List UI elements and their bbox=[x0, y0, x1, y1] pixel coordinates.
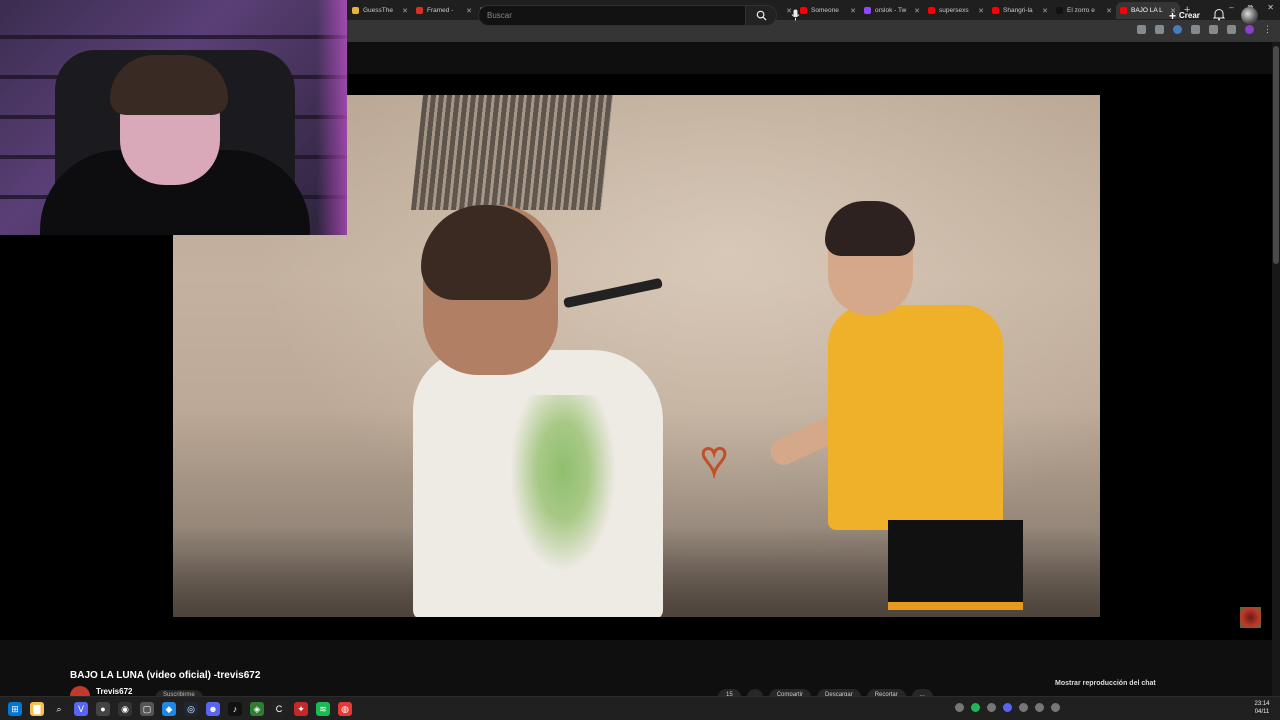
tray-app-icon[interactable] bbox=[987, 703, 996, 712]
tab-favicon-icon bbox=[992, 7, 999, 14]
tab-label: Shangri-la bbox=[1003, 7, 1033, 14]
close-tab-icon[interactable]: ✕ bbox=[402, 7, 408, 15]
install-app-icon[interactable] bbox=[1137, 25, 1146, 34]
taskbar-app-tiktok-icon[interactable]: ♪ bbox=[228, 702, 242, 716]
tray-chevron-icon[interactable] bbox=[955, 703, 964, 712]
clock-time: 23:14 bbox=[1254, 701, 1270, 707]
tab-favicon-icon bbox=[1120, 7, 1127, 14]
browser-tab[interactable]: Shangri-la ✕ bbox=[988, 2, 1052, 19]
clock-date: 04/11 bbox=[1254, 709, 1270, 715]
right-boy-yellow-shirt bbox=[828, 305, 1003, 530]
media-icon[interactable] bbox=[1227, 25, 1236, 34]
search-icon bbox=[756, 10, 767, 21]
close-tab-icon[interactable]: ✕ bbox=[914, 7, 920, 15]
tray-spotify-icon[interactable] bbox=[971, 703, 980, 712]
led-light bbox=[317, 0, 347, 235]
taskbar-app-chrome-icon[interactable]: ◍ bbox=[338, 702, 352, 716]
bookmarks-icon[interactable] bbox=[1209, 25, 1218, 34]
taskbar-app-red-icon[interactable]: ✦ bbox=[294, 702, 308, 716]
graffiti-heart: ♥ bbox=[699, 434, 728, 483]
extension-blue-icon[interactable] bbox=[1173, 25, 1182, 34]
taskbar-app-steam-icon[interactable]: ◎ bbox=[184, 702, 198, 716]
tray-discord-icon[interactable] bbox=[1003, 703, 1012, 712]
extensions-puzzle-icon[interactable] bbox=[1191, 25, 1200, 34]
tab-favicon-icon bbox=[864, 7, 871, 14]
browser-tab[interactable]: supersexs ✕ bbox=[924, 2, 988, 19]
tab-favicon-icon bbox=[352, 7, 359, 14]
tray-volume-icon[interactable] bbox=[1051, 703, 1060, 712]
taskbar-app-capcut-icon[interactable]: C bbox=[272, 702, 286, 716]
show-chat-replay-button[interactable]: Mostrar reproducción del chat bbox=[1055, 680, 1156, 687]
taskbar-app-obs-icon[interactable]: ◉ bbox=[118, 702, 132, 716]
corner-thumbnail[interactable] bbox=[1240, 607, 1261, 628]
plus-icon: + bbox=[1169, 8, 1177, 23]
windows-taskbar: ⊞ ▇ ⌕ V ● ◉ ▢ ◆ ◎ ☻ ♪ ◈ C ✦ ≋ ◍ 23:14 04/11 bbox=[0, 696, 1280, 720]
tab-label: GuessThe bbox=[363, 7, 393, 14]
taskbar-search-icon[interactable]: ⌕ bbox=[52, 702, 66, 716]
taskbar-file-explorer-icon[interactable]: ▇ bbox=[30, 702, 44, 716]
browser-tab[interactable]: orslok - Tw ✕ bbox=[860, 2, 924, 19]
taskbar-app-circle-icon[interactable]: ● bbox=[96, 702, 110, 716]
notifications-button[interactable] bbox=[1212, 8, 1227, 22]
browser-tab[interactable]: Framed - ✕ bbox=[412, 2, 476, 19]
account-avatar[interactable] bbox=[1241, 7, 1258, 24]
tab-label: Someone bbox=[811, 7, 839, 14]
close-tab-icon[interactable]: ✕ bbox=[850, 7, 856, 15]
browser-tab[interactable]: GuessThe ✕ bbox=[348, 2, 412, 19]
taskbar-app-discord-icon[interactable]: ☻ bbox=[206, 702, 220, 716]
tab-label: El zorro e bbox=[1067, 7, 1095, 14]
minimize-button[interactable]: – bbox=[1229, 3, 1233, 13]
close-tab-icon[interactable]: ✕ bbox=[978, 7, 984, 15]
tab-label: supersexs bbox=[939, 7, 969, 14]
create-label: Crear bbox=[1179, 11, 1200, 20]
close-tab-icon[interactable]: ✕ bbox=[466, 7, 472, 15]
tab-label: orslok - Tw bbox=[875, 7, 907, 14]
toolbar-icons: ⋮ bbox=[1137, 25, 1272, 34]
video-info-area bbox=[0, 640, 1272, 696]
browser-tab[interactable]: El zorro e ✕ bbox=[1052, 2, 1116, 19]
shirt-palm-print bbox=[503, 395, 623, 585]
bookmark-star-icon[interactable] bbox=[1155, 25, 1164, 34]
taskbar-app-blue-icon[interactable]: ◆ bbox=[162, 702, 176, 716]
search-button[interactable] bbox=[745, 5, 777, 26]
close-tab-icon[interactable]: ✕ bbox=[1042, 7, 1048, 15]
taskbar-clock[interactable]: 23:14 04/11 bbox=[1250, 700, 1274, 716]
taskbar-app-box-icon[interactable]: ▢ bbox=[140, 702, 154, 716]
video-title: BAJO LA LUNA (video oficial) -trevis672 bbox=[70, 670, 261, 681]
system-tray bbox=[955, 703, 1060, 712]
taskbar-app-v-icon[interactable]: V bbox=[74, 702, 88, 716]
right-boy-shorts bbox=[888, 520, 1023, 610]
create-button[interactable]: + Crear bbox=[1163, 6, 1206, 25]
close-tab-icon[interactable]: ✕ bbox=[1106, 7, 1112, 15]
tray-steam-icon[interactable] bbox=[1019, 703, 1028, 712]
tab-favicon-icon bbox=[928, 7, 935, 14]
voice-search-button[interactable] bbox=[788, 8, 802, 22]
scrollbar-thumb[interactable] bbox=[1273, 46, 1279, 264]
taskbar-app-spotify-icon[interactable]: ≋ bbox=[316, 702, 330, 716]
wall-vent bbox=[410, 95, 614, 210]
channel-name[interactable]: Trevis672 bbox=[96, 687, 132, 696]
taskbar-apps: ⊞ ▇ ⌕ V ● ◉ ▢ ◆ ◎ ☻ ♪ ◈ C ✦ ≋ ◍ bbox=[8, 702, 352, 716]
profile-icon[interactable] bbox=[1245, 25, 1254, 34]
tray-network-icon[interactable] bbox=[1035, 703, 1044, 712]
browser-menu-icon[interactable]: ⋮ bbox=[1263, 25, 1272, 34]
taskbar-app-green-icon[interactable]: ◈ bbox=[250, 702, 264, 716]
taskbar-windows-start-icon[interactable]: ⊞ bbox=[8, 702, 22, 716]
close-window-button[interactable]: ✕ bbox=[1267, 3, 1274, 13]
tab-label: Framed - bbox=[427, 7, 454, 14]
microphone-icon bbox=[791, 9, 799, 21]
tab-favicon-icon bbox=[1056, 7, 1063, 14]
tab-favicon-icon bbox=[416, 7, 423, 14]
browser-tab[interactable]: Someone ✕ bbox=[796, 2, 860, 19]
bell-icon bbox=[1212, 9, 1226, 21]
search-input[interactable]: Buscar bbox=[478, 5, 746, 26]
streamer-hair bbox=[110, 55, 228, 115]
webcam-overlay bbox=[0, 0, 347, 235]
